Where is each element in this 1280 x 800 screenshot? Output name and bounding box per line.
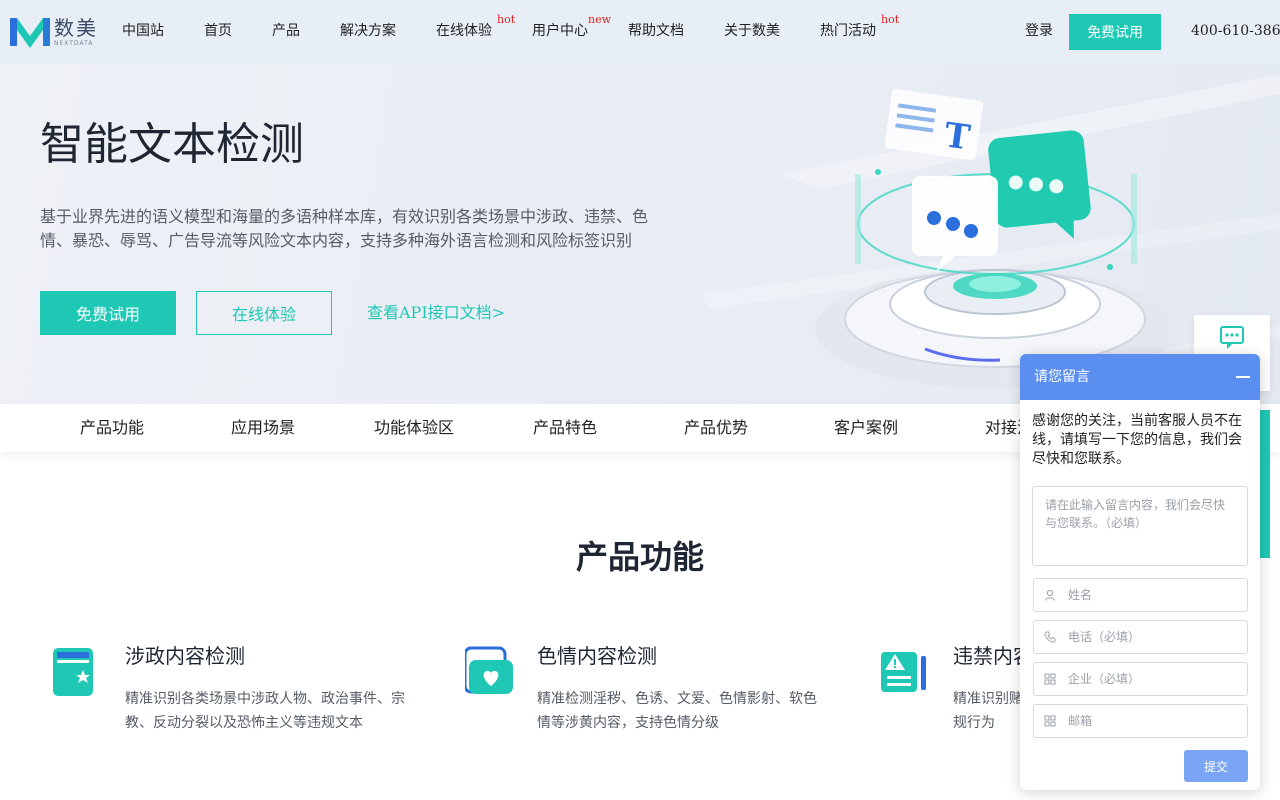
widget-intro: 感谢您的关注，当前客服人员不在线，请填写一下您的信息，我们会尽快和您联系。: [1032, 413, 1242, 467]
hero-description: 基于业界先进的语义模型和海量的多语种样本库，有效识别各类场景中涉政、违禁、色情、…: [40, 207, 649, 250]
hero-trial-button[interactable]: 免费试用: [40, 291, 176, 335]
widget-title: 请您留言: [1034, 369, 1090, 385]
hero-demo-button[interactable]: 在线体验: [196, 291, 332, 335]
submit-button[interactable]: 提交: [1184, 750, 1248, 782]
nav-about[interactable]: 关于数美: [724, 22, 780, 40]
company-input[interactable]: [1068, 669, 1238, 689]
feature-desc: 精准识别各类场景中涉政人物、政治事件、宗教、反动分裂以及恐怖主义等违规文本: [125, 691, 405, 731]
feature-title: 涉政内容检测: [125, 644, 245, 668]
warning-doc-icon: [881, 652, 926, 692]
subnav-advantages[interactable]: 产品优势: [684, 418, 748, 438]
user-icon: [1045, 589, 1055, 601]
minimize-icon[interactable]: [1236, 376, 1250, 378]
logo-mark-icon: [10, 18, 50, 48]
nav-products[interactable]: 产品: [272, 22, 300, 40]
hero-title: 智能文本检测: [40, 119, 304, 170]
logo-en: NEXTDATA: [54, 39, 94, 47]
email-input[interactable]: [1068, 711, 1238, 731]
name-field[interactable]: [1033, 578, 1248, 612]
nav-home[interactable]: 首页: [204, 22, 232, 40]
grid-icon: [1044, 715, 1056, 727]
message-textarea[interactable]: [1032, 486, 1248, 566]
hero-illustration: T: [700, 74, 1280, 394]
brand-logo[interactable]: 数美 NEXTDATA: [10, 14, 102, 50]
header-trial-button[interactable]: 免费试用: [1069, 14, 1161, 50]
hot-badge: hot: [881, 13, 900, 26]
hero-banner: 智能文本检测 基于业界先进的语义模型和海量的多语种样本库，有效识别各类场景中涉政…: [0, 64, 1280, 404]
widget-header: 请您留言: [1020, 354, 1260, 400]
subnav-demo-area[interactable]: 功能体验区: [374, 418, 454, 438]
nav-user-center[interactable]: 用户中心: [532, 22, 588, 40]
subnav-features[interactable]: 产品功能: [80, 418, 144, 438]
feature-title: 色情内容检测: [537, 644, 657, 668]
subnav-highlights[interactable]: 产品特色: [533, 418, 597, 438]
nav-china-site[interactable]: 中国站: [122, 22, 164, 40]
heart-card-icon: [465, 646, 513, 694]
bookmark-doc-icon: [53, 648, 93, 696]
logo-cn: 数美: [54, 15, 98, 40]
grid-icon: [1044, 673, 1056, 685]
top-header: 数美 NEXTDATA 中国站 首页 产品 解决方案 在线体验 hot 用户中心…: [0, 0, 1280, 64]
phone-input[interactable]: [1068, 627, 1238, 647]
nav-help-docs[interactable]: 帮助文档: [628, 22, 684, 40]
api-docs-link[interactable]: 查看API接口文档>: [367, 302, 505, 324]
nav-solutions[interactable]: 解决方案: [340, 22, 396, 40]
subnav-cases[interactable]: 客户案例: [834, 418, 898, 438]
login-link[interactable]: 登录: [1025, 22, 1053, 40]
hot-badge: hot: [497, 13, 516, 26]
new-badge: new: [588, 13, 612, 26]
chat-icon: [1220, 326, 1244, 349]
company-field[interactable]: [1033, 662, 1248, 696]
nav-events[interactable]: 热门活动: [820, 22, 876, 40]
subnav-scenarios[interactable]: 应用场景: [231, 418, 295, 438]
phone-icon: [1044, 631, 1056, 643]
name-input[interactable]: [1068, 585, 1238, 605]
nav-online-demo[interactable]: 在线体验: [436, 22, 492, 40]
feature-desc: 精准检测淫秽、色诱、文爱、色情影射、软色情等涉黄内容，支持色情分级: [537, 691, 817, 731]
phone-number: 400-610-3866: [1191, 23, 1280, 39]
email-field[interactable]: [1033, 704, 1248, 738]
leave-message-widget: 请您留言 感谢您的关注，当前客服人员不在线，请填写一下您的信息，我们会尽快和您联…: [1020, 354, 1260, 790]
phone-field[interactable]: [1033, 620, 1248, 654]
